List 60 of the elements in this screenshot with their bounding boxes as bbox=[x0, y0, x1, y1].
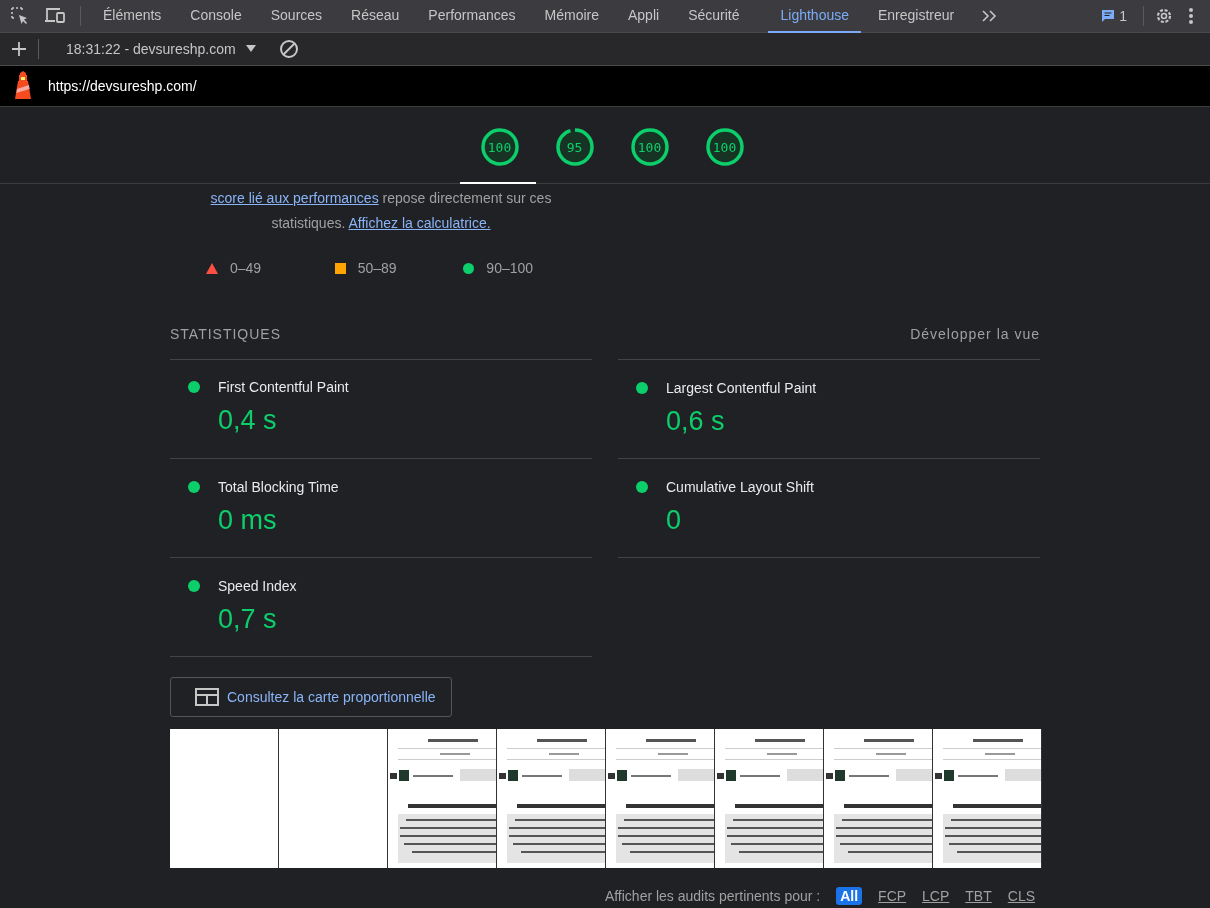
panel-tab[interactable]: Sources bbox=[258, 0, 335, 33]
panel-tab[interactable]: Appli bbox=[616, 0, 672, 33]
settings-icon[interactable] bbox=[1154, 6, 1174, 26]
score-gauge[interactable]: 95 bbox=[553, 126, 596, 168]
panel-tab[interactable]: Éléments bbox=[91, 0, 174, 33]
metric-name: First Contentful Paint bbox=[218, 379, 349, 395]
expand-view-link[interactable]: Développer la vue bbox=[910, 326, 1040, 342]
metric-value: 0,6 s bbox=[665, 405, 726, 438]
status-dot-icon bbox=[636, 382, 648, 394]
section-title: STATISTIQUES bbox=[170, 326, 282, 342]
more-tabs-icon[interactable] bbox=[981, 9, 998, 23]
score-gauge[interactable]: 100 bbox=[478, 126, 521, 168]
clear-icon[interactable] bbox=[278, 39, 299, 59]
caret-icon bbox=[245, 45, 256, 53]
more-options-icon[interactable] bbox=[1188, 7, 1194, 25]
circle-icon bbox=[463, 262, 475, 274]
text-link[interactable]: Affichez la calculatrice. bbox=[348, 215, 491, 231]
metric-value: 0,4 s bbox=[217, 404, 278, 437]
metric-name: Total Blocking Time bbox=[218, 479, 339, 495]
panel-tab[interactable]: Console bbox=[178, 0, 254, 33]
lighthouse-icon bbox=[12, 71, 34, 101]
metric-filter-chip[interactable]: CLS bbox=[1007, 887, 1035, 905]
panel-tab[interactable]: Mémoire bbox=[532, 0, 611, 33]
status-dot-icon bbox=[188, 481, 200, 493]
legend-label: 90–100 bbox=[486, 260, 534, 276]
metric-name: Speed Index bbox=[218, 578, 297, 594]
treemap-icon bbox=[195, 688, 219, 706]
panel-tab[interactable]: Réseau bbox=[339, 0, 412, 33]
add-icon[interactable] bbox=[11, 41, 27, 57]
metric-name: Largest Contentful Paint bbox=[666, 380, 817, 396]
legend-label: 0–49 bbox=[230, 260, 262, 276]
report-url: https://devsureshp.com/ bbox=[48, 78, 197, 94]
metric-value: 0 bbox=[665, 504, 683, 537]
status-dot-icon bbox=[188, 381, 200, 393]
panel-tab[interactable]: Sécurité bbox=[676, 0, 752, 33]
issues-button[interactable]: 1 bbox=[1095, 7, 1133, 25]
metric-name: Cumulative Layout Shift bbox=[666, 479, 814, 495]
square-icon bbox=[334, 262, 346, 274]
score-gauge[interactable]: 100 bbox=[703, 126, 746, 168]
metric-value: 0,7 s bbox=[217, 603, 278, 636]
score-gauge[interactable]: 100 bbox=[628, 126, 671, 168]
panel-tab[interactable]: Enregistreur bbox=[866, 0, 967, 33]
treemap-button[interactable]: Consultez la carte proportionnelle bbox=[170, 677, 452, 717]
metric-filter-chip[interactable]: All bbox=[836, 887, 863, 905]
metric-value: 0 ms bbox=[217, 504, 278, 537]
legend-label: 50–89 bbox=[357, 260, 397, 276]
metric-filter-chip[interactable]: FCP bbox=[878, 887, 907, 905]
description-text: score lié aux performances repose directement sur ces statistiques. Affichez la calculatrice. bbox=[209, 189, 553, 233]
triangle-icon bbox=[206, 262, 218, 274]
status-dot-icon bbox=[636, 481, 648, 493]
filter-label: Afficher les audits pertinents pour : bbox=[604, 888, 821, 904]
text-link[interactable]: score lié aux performances bbox=[210, 190, 379, 206]
panel-tab[interactable]: Performances bbox=[416, 0, 528, 33]
element-picker-icon[interactable] bbox=[10, 6, 30, 26]
metric-filter-chip[interactable]: TBT bbox=[965, 887, 992, 905]
status-dot-icon bbox=[188, 580, 200, 592]
device-toolbar-icon[interactable] bbox=[44, 6, 66, 26]
message-icon bbox=[1101, 9, 1116, 23]
report-dropdown[interactable]: 18:31:22 - devsureshp.com bbox=[60, 40, 262, 58]
metric-filter-chip[interactable]: LCP bbox=[922, 887, 950, 905]
